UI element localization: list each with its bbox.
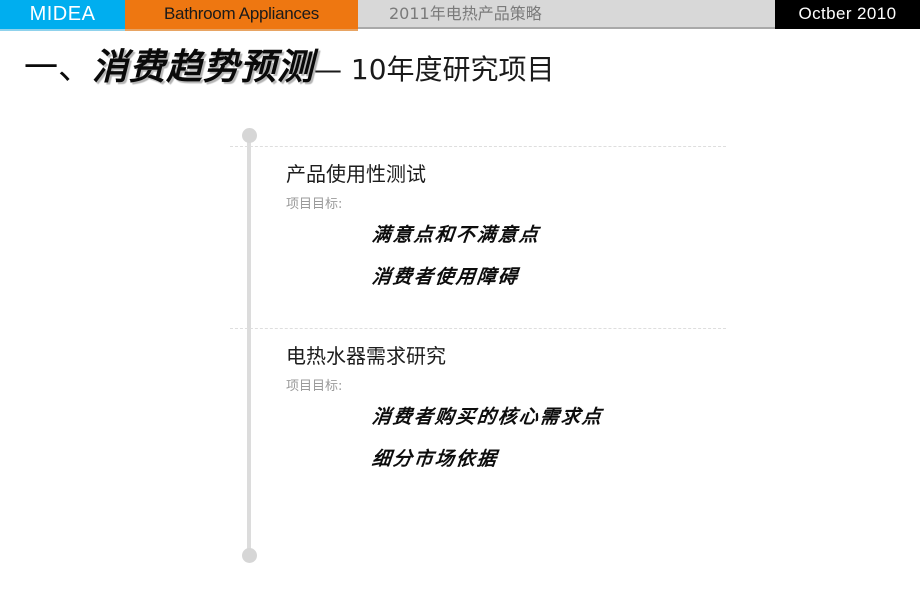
page-title-number: 一、 bbox=[24, 48, 92, 88]
section-goal-list: 满意点和不满意点 消费者使用障碍 bbox=[370, 224, 542, 289]
brand-logo-block: MIDEA bbox=[0, 0, 125, 29]
category-block: Bathroom Appliances bbox=[125, 0, 358, 29]
list-item: 细分市场依据 bbox=[370, 448, 500, 471]
divider-middle bbox=[230, 328, 726, 329]
document-title-block: 2011年电热产品策略 bbox=[358, 0, 775, 29]
header-underline bbox=[358, 27, 775, 29]
brand-name: MIDEA bbox=[29, 2, 96, 25]
page-title-main: 消费趋势预测 bbox=[92, 47, 315, 88]
section-heading: 产品使用性测试 bbox=[286, 162, 426, 186]
list-item: 满意点和不满意点 bbox=[370, 224, 542, 247]
date-label: Octber 2010 bbox=[798, 4, 897, 23]
section-water-heater-demand: 电热水器需求研究 项目目标: 消费者购买的核心需求点 细分市场依据 bbox=[286, 344, 605, 471]
brand-accent-tail bbox=[0, 29, 125, 31]
category-accent-tail bbox=[125, 29, 358, 31]
section-heading: 电热水器需求研究 bbox=[286, 344, 446, 368]
date-block: Octber 2010 bbox=[775, 0, 920, 29]
section-goal-list: 消费者购买的核心需求点 细分市场依据 bbox=[370, 406, 605, 471]
list-item: 消费者购买的核心需求点 bbox=[370, 406, 605, 429]
page-title-subtitle: — 10年度研究项目 bbox=[314, 53, 555, 86]
section-product-usability: 产品使用性测试 项目目标: 满意点和不满意点 消费者使用障碍 bbox=[286, 162, 542, 289]
category-label: Bathroom Appliances bbox=[164, 4, 319, 23]
section-goal-label: 项目目标: bbox=[286, 197, 343, 212]
timeline-bottom-node-icon bbox=[242, 548, 257, 563]
divider-top bbox=[230, 146, 726, 147]
slide-canvas: MIDEA Bathroom Appliances 2011年电热产品策略 Oc… bbox=[0, 0, 920, 607]
slide-header-bar: MIDEA Bathroom Appliances 2011年电热产品策略 Oc… bbox=[0, 0, 920, 29]
page-title: 一、消费趋势预测— 10年度研究项目 bbox=[24, 50, 555, 86]
document-title: 2011年电热产品策略 bbox=[389, 3, 542, 23]
section-goal-label: 项目目标: bbox=[286, 379, 343, 394]
timeline-top-node-icon bbox=[242, 128, 257, 143]
timeline-track bbox=[247, 136, 251, 558]
list-item: 消费者使用障碍 bbox=[370, 266, 521, 289]
